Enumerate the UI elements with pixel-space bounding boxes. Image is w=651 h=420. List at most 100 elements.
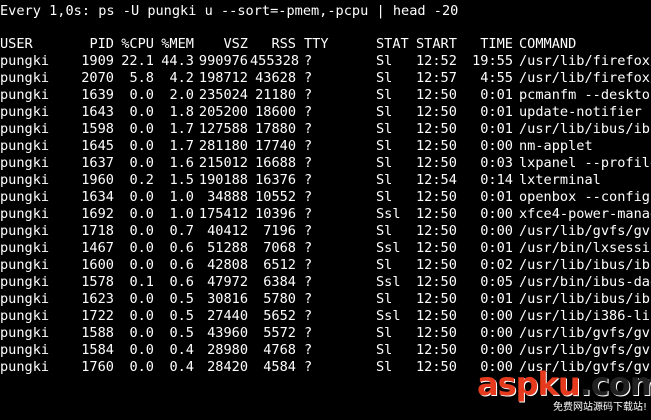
cell-vsz: 127588	[198, 121, 248, 137]
cell-cpu: 0.0	[129, 206, 154, 222]
table-row: pungki 1692 0.0 1.0 175412 10396? Ssl 12:50 0:00…	[0, 206, 651, 223]
cell-vsz: 30816	[207, 291, 248, 307]
cell-rss: 18600	[255, 104, 296, 120]
cell-tty: ?	[304, 104, 313, 120]
cell-start: 12:50	[416, 121, 457, 137]
cell-tty: ?	[304, 87, 313, 103]
cell-rss: 4584	[263, 359, 296, 375]
table-row: pungki 1467 0.0 0.6 51288 7068? Ssl 12:50 0:01/u…	[0, 240, 651, 257]
cell-tty: ?	[304, 138, 313, 154]
cell-start: 12:50	[416, 104, 457, 120]
cell-user: pungki	[0, 257, 50, 273]
cell-pid: 1645	[81, 138, 114, 154]
column-header-start: START	[416, 36, 457, 52]
cell-vsz: 215012	[198, 155, 248, 171]
cell-pid: 1588	[81, 325, 114, 341]
cell-pid: 1692	[81, 206, 114, 222]
cell-tty: ?	[304, 257, 313, 273]
cell-start: 12:50	[416, 87, 457, 103]
cell-pid: 1643	[81, 104, 114, 120]
cell-time: 0:00	[480, 138, 513, 154]
cell-pid: 1960	[81, 172, 114, 188]
cell-rss: 16688	[255, 155, 296, 171]
cell-start: 12:50	[416, 240, 457, 256]
cell-command: /usr/bin/lxsessi	[519, 240, 650, 256]
cell-tty: ?	[304, 308, 313, 324]
cell-mem: 1.7	[169, 121, 194, 137]
column-header-vsz: VSZ	[223, 36, 248, 52]
cell-cpu: 0.0	[129, 342, 154, 358]
cell-stat: Sl	[376, 342, 393, 358]
cell-tty: ?	[304, 240, 313, 256]
cell-user: pungki	[0, 155, 50, 171]
cell-vsz: 28980	[207, 342, 248, 358]
cell-vsz: 198712	[198, 70, 248, 86]
cell-time: 0:01	[480, 121, 513, 137]
table-header-row: USER PID %CPU %MEM VSZ RSS TTY STAT START TIME COM…	[0, 36, 651, 53]
watermark-logo: aspku.com	[477, 365, 651, 403]
watermark-logo-main: asp	[477, 365, 539, 403]
terminal-window[interactable]: Every 1,0s: ps -U pungki u --sort=-pmem,…	[0, 0, 651, 420]
cell-mem: 0.6	[169, 257, 194, 273]
cell-start: 12:50	[416, 257, 457, 273]
cell-time: 0:03	[480, 155, 513, 171]
cell-user: pungki	[0, 240, 50, 256]
cell-pid: 1467	[81, 240, 114, 256]
cell-cpu: 0.0	[129, 138, 154, 154]
cell-pid: 1634	[81, 189, 114, 205]
cell-stat: Sl	[376, 87, 393, 103]
cell-command: /usr/lib/ibus/ibu	[519, 257, 651, 273]
cell-tty: ?	[304, 172, 313, 188]
cell-start: 12:50	[416, 359, 457, 375]
cell-user: pungki	[0, 87, 50, 103]
cell-command: lxpanel --profile	[519, 155, 651, 171]
cell-time: 0:01	[480, 189, 513, 205]
cell-tty: ?	[304, 274, 313, 290]
cell-time: 0:00	[480, 206, 513, 222]
table-row: pungki 1588 0.0 0.5 43960 5572? Sl 12:50 0:00/us…	[0, 325, 651, 342]
cell-start: 12:50	[416, 291, 457, 307]
cell-stat: Sl	[376, 155, 393, 171]
cell-rss: 17740	[255, 138, 296, 154]
cell-pid: 1909	[81, 53, 114, 69]
column-header-time: TIME	[480, 36, 513, 52]
table-row: pungki 1960 0.2 1.5 190188 16376? Sl 12:54 0:14 l…	[0, 172, 651, 189]
cell-cpu: 5.8	[129, 70, 154, 86]
cell-stat: Ssl	[376, 308, 401, 324]
cell-time: 0:00	[480, 342, 513, 358]
table-row: pungki 1600 0.0 0.6 42808 6512? Sl 12:50 0:02/us…	[0, 257, 651, 274]
cell-mem: 1.7	[169, 138, 194, 154]
cell-mem: 0.5	[169, 291, 194, 307]
cell-vsz: 40412	[207, 223, 248, 239]
cell-user: pungki	[0, 138, 50, 154]
cell-user: pungki	[0, 104, 50, 120]
column-header-cpu: %CPU	[121, 36, 154, 52]
cell-rss: 21180	[255, 87, 296, 103]
cell-cpu: 22.1	[121, 53, 154, 69]
watermark-subtitle: 免费网站源码下载站!	[552, 402, 647, 413]
cell-cpu: 0.0	[129, 104, 154, 120]
cell-stat: Sl	[376, 138, 393, 154]
cell-command: update-notifier	[519, 104, 642, 120]
cell-vsz: 47972	[207, 274, 248, 290]
cell-vsz: 27440	[207, 308, 248, 324]
cell-command: pcmanfm --desktop	[519, 87, 651, 103]
cell-time: 0:05	[480, 274, 513, 290]
cell-rss: 5780	[263, 291, 296, 307]
cell-tty: ?	[304, 206, 313, 222]
cell-vsz: 42808	[207, 257, 248, 273]
table-row: pungki 1639 0.0 2.0 235024 21180? Sl 12:50 0:01 p…	[0, 87, 651, 104]
table-row: pungki 1598 0.0 1.7 127588 17880? Sl 12:50 0:01 /…	[0, 121, 651, 138]
cell-pid: 1760	[81, 359, 114, 375]
cell-pid: 1578	[81, 274, 114, 290]
table-row: pungki 1578 0.1 0.6 47972 6384? Ssl 12:50 0:05/u…	[0, 274, 651, 291]
cell-rss: 10552	[255, 189, 296, 205]
cell-mem: 1.0	[169, 206, 194, 222]
cell-tty: ?	[304, 189, 313, 205]
cell-stat: Ssl	[376, 206, 401, 222]
cell-rss: 43628	[255, 70, 296, 86]
cell-mem: 0.5	[169, 308, 194, 324]
column-header-rss: RSS	[271, 36, 296, 52]
cell-start: 12:57	[416, 70, 457, 86]
cell-cpu: 0.0	[129, 121, 154, 137]
